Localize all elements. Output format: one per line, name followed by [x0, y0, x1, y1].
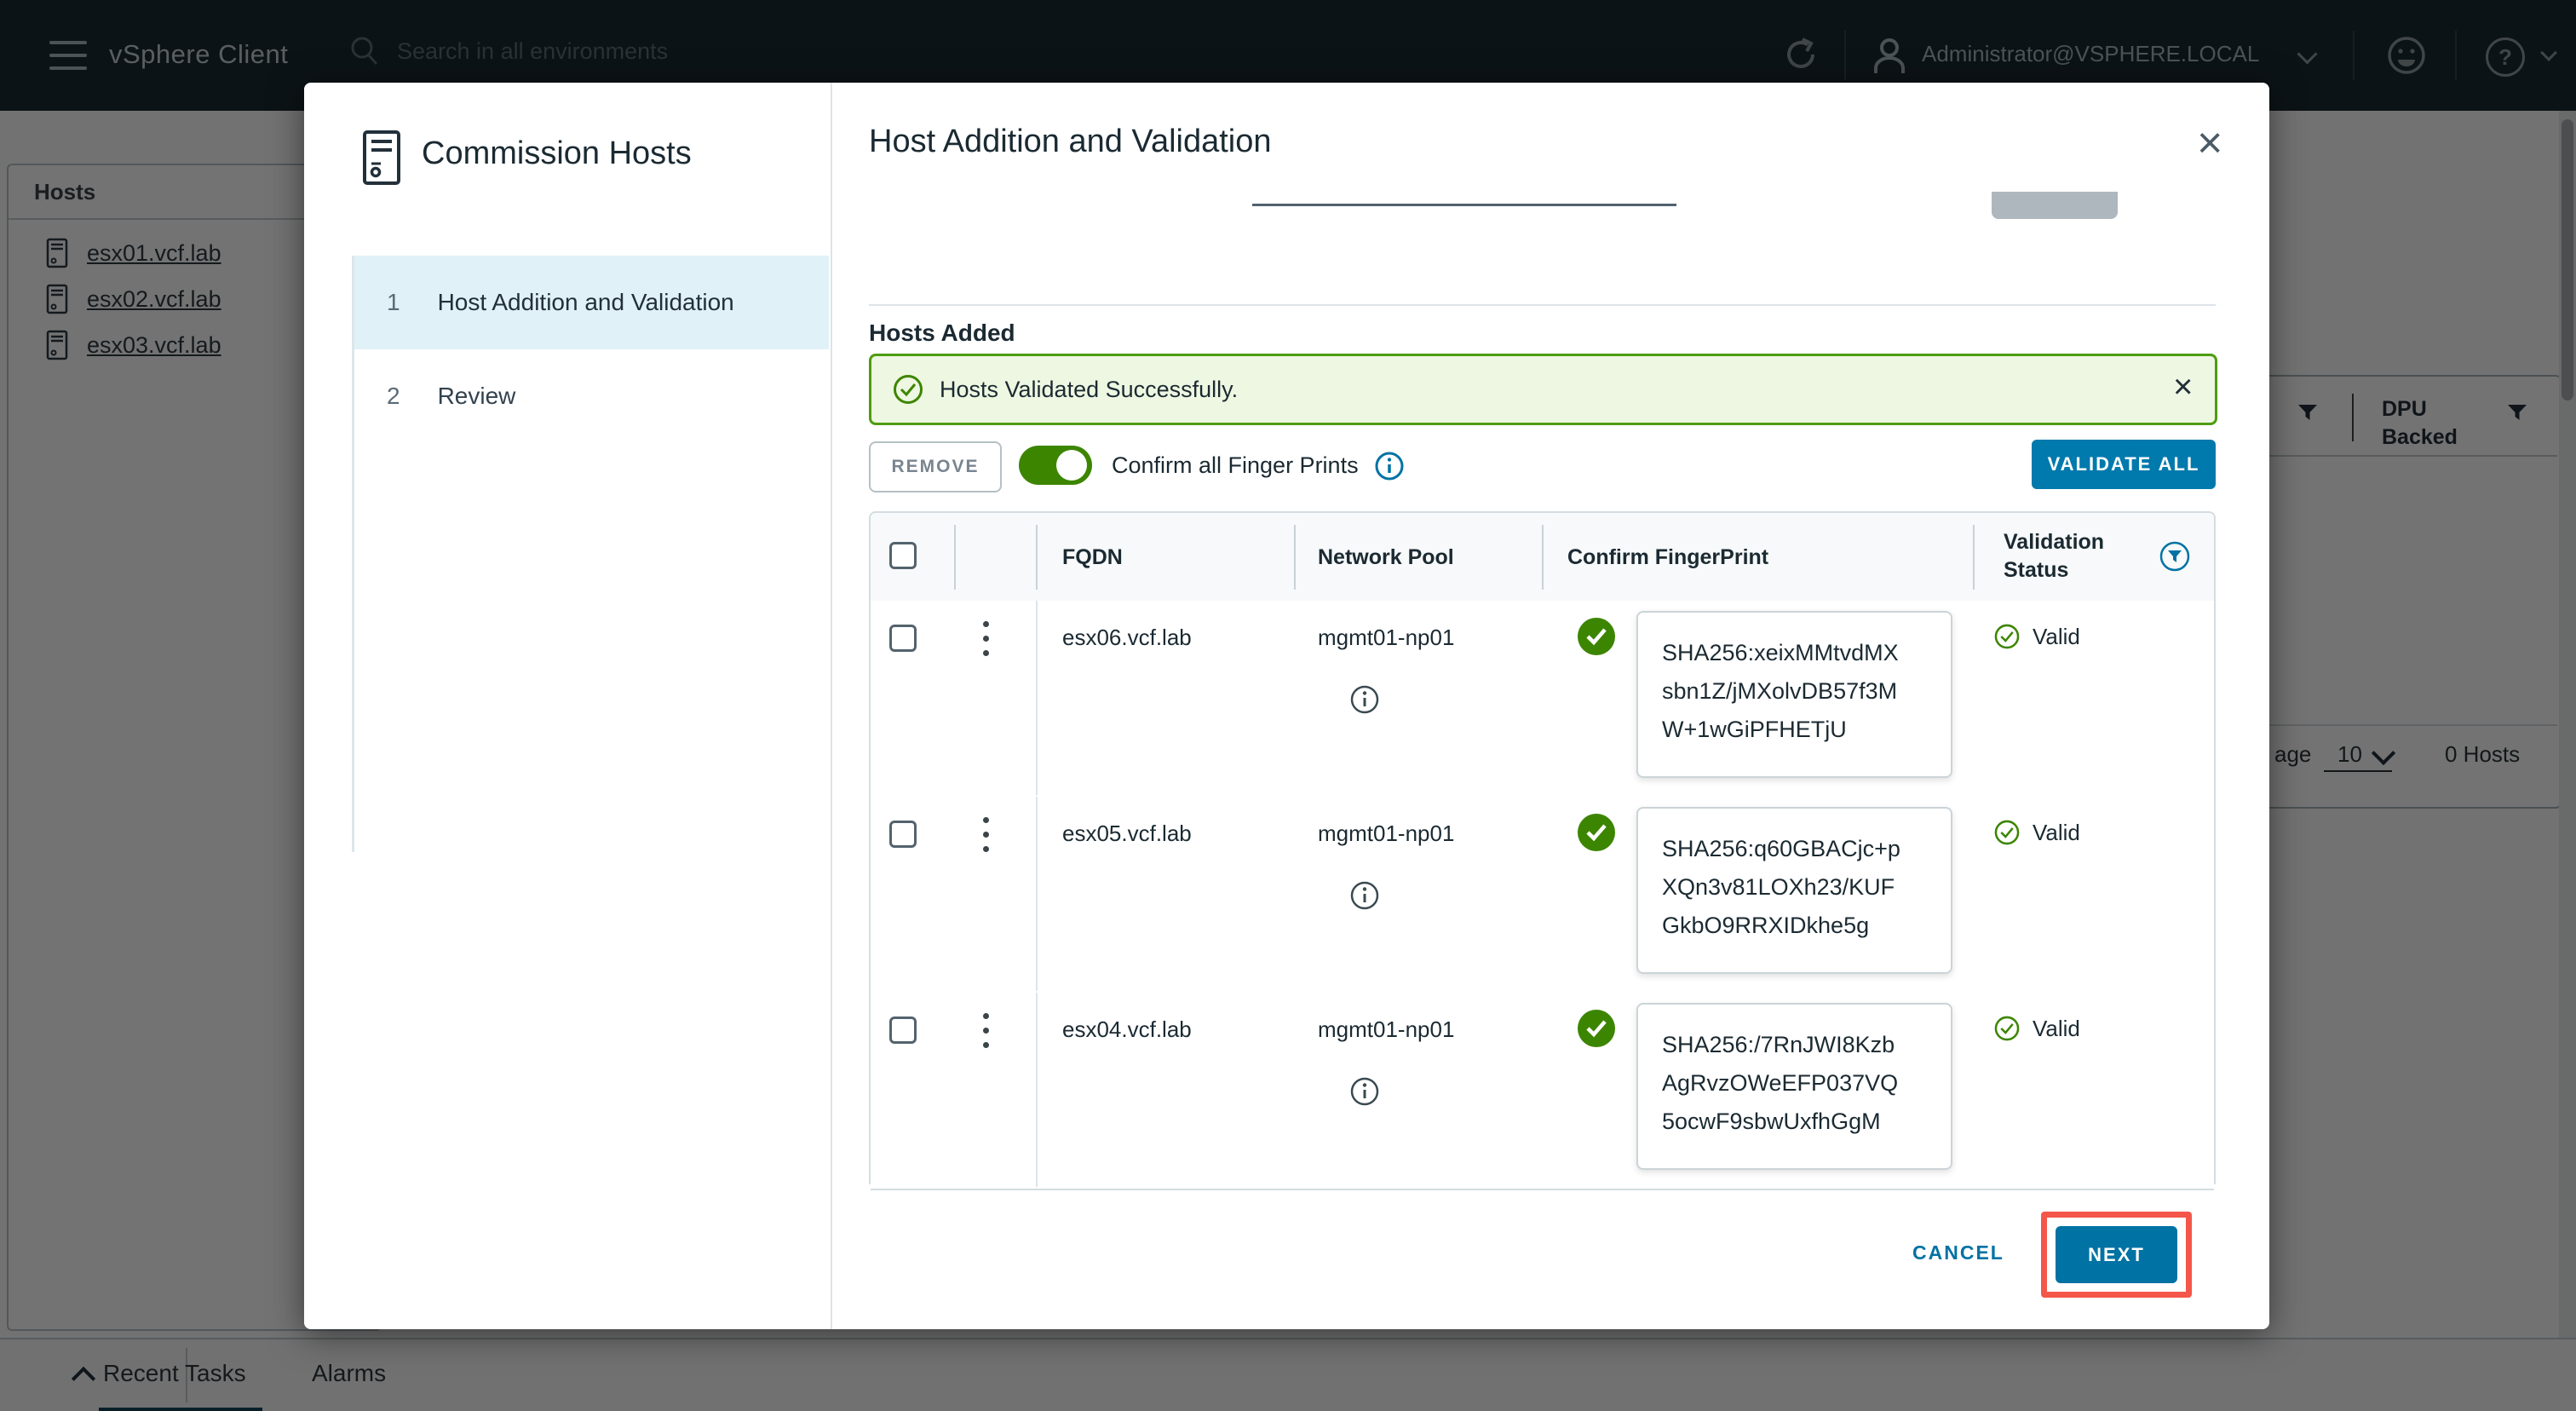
column-divider: [1036, 797, 1038, 991]
cell-fqdn: esx06.vcf.lab: [1062, 625, 1192, 651]
page-title: Host Addition and Validation: [869, 124, 1272, 160]
success-alert: Hosts Validated Successfully. ×: [869, 354, 2217, 425]
column-divider: [1036, 525, 1038, 590]
hosts-table: FQDN Network Pool Confirm FingerPrint Va…: [869, 511, 2216, 1184]
filter-icon[interactable]: [2159, 540, 2191, 573]
fingerprint-line: AgRvzOWeEFP037VQ: [1662, 1070, 1898, 1097]
fingerprint-line: 5ocwF9sbwUxfhGgM: [1662, 1109, 1881, 1135]
column-header-network-pool[interactable]: Network Pool: [1318, 545, 1454, 570]
toggle-label: Confirm all Finger Prints: [1112, 452, 1359, 479]
column-divider: [1036, 601, 1038, 795]
confirm-fingerprints-toggle[interactable]: [1019, 446, 1092, 485]
fingerprint-confirmed-check-icon[interactable]: [1576, 812, 1617, 853]
cell-fqdn: esx05.vcf.lab: [1062, 821, 1192, 847]
toggle-knob: [1056, 450, 1087, 481]
column-divider: [1542, 525, 1544, 590]
row-actions-kebab-icon[interactable]: [983, 817, 989, 852]
fingerprint-line: W+1wGiPFHETjU: [1662, 717, 1847, 743]
wizard-title: Commission Hosts: [422, 135, 692, 172]
fingerprint-confirmed-check-icon[interactable]: [1576, 1008, 1617, 1049]
fingerprint-box: SHA256:xeixMMtvdMX sbn1Z/jMXolvDB57f3M W…: [1636, 611, 1952, 778]
alert-message: Hosts Validated Successfully.: [940, 377, 1238, 403]
row-checkbox[interactable]: [889, 821, 917, 848]
remove-button[interactable]: REMOVE: [869, 441, 1002, 492]
column-header-fqdn[interactable]: FQDN: [1062, 545, 1123, 570]
valid-check-icon: [1993, 623, 2021, 650]
divider: [869, 304, 2216, 306]
hosts-added-heading: Hosts Added: [869, 320, 1015, 347]
info-icon[interactable]: [1374, 451, 1405, 481]
step-label: Host Addition and Validation: [438, 289, 734, 316]
validation-status: Valid: [1993, 623, 2080, 650]
info-icon[interactable]: [1349, 1076, 1380, 1107]
clipped-button: [1992, 192, 2118, 219]
select-all-checkbox[interactable]: [889, 542, 917, 569]
alert-close-icon[interactable]: ×: [2173, 370, 2193, 404]
step-number: 2: [387, 383, 400, 410]
info-icon[interactable]: [1349, 880, 1380, 911]
column-divider: [1294, 525, 1296, 590]
fingerprint-line: XQn3v81LOXh23/KUF: [1662, 874, 1895, 901]
fingerprint-line: SHA256:xeixMMtvdMX: [1662, 640, 1899, 666]
validation-status: Valid: [1993, 1015, 2080, 1042]
column-header-confirm-fingerprint[interactable]: Confirm FingerPrint: [1567, 545, 1768, 570]
valid-check-icon: [1993, 1015, 2021, 1042]
status-text: Valid: [2033, 624, 2080, 650]
fingerprint-box: SHA256:q60GBACjc+p XQn3v81LOXh23/KUF Gkb…: [1636, 807, 1952, 974]
validate-all-button[interactable]: VALIDATE ALL: [2032, 440, 2216, 489]
close-icon[interactable]: ×: [2197, 121, 2222, 165]
clipped-input-underline: [1252, 204, 1676, 206]
step-label: Review: [438, 383, 516, 410]
table-header: FQDN Network Pool Confirm FingerPrint Va…: [871, 513, 2214, 602]
wizard-sidebar: Commission Hosts 1 Host Addition and Val…: [304, 83, 832, 1329]
column-divider: [954, 525, 956, 590]
commission-hosts-icon: [362, 130, 401, 186]
wizard-step-1[interactable]: 1 Host Addition and Validation: [354, 256, 829, 349]
table-row: esx05.vcf.lab mgmt01-np01 SHA256:q60GBAC…: [871, 797, 2214, 994]
wizard-step-2[interactable]: 2 Review: [354, 349, 829, 443]
screen: vSphere Client Search in all environment…: [0, 0, 2576, 1411]
cancel-button[interactable]: CANCEL: [1912, 1241, 2004, 1264]
annotation-highlight-box: [2041, 1212, 2192, 1298]
table-row: esx06.vcf.lab mgmt01-np01 SHA256:xeixMMt…: [871, 601, 2214, 798]
fingerprint-line: SHA256:/7RnJWI8Kzb: [1662, 1032, 1895, 1058]
cell-network-pool: mgmt01-np01: [1318, 1016, 1454, 1043]
valid-check-icon: [1993, 819, 2021, 846]
cell-network-pool: mgmt01-np01: [1318, 625, 1454, 651]
commission-hosts-modal: Commission Hosts 1 Host Addition and Val…: [304, 83, 2269, 1329]
column-header-validation-status[interactable]: Validation Status: [2004, 528, 2123, 585]
row-checkbox[interactable]: [889, 625, 917, 652]
column-divider: [1036, 993, 1038, 1187]
step-number: 1: [387, 289, 400, 316]
cell-network-pool: mgmt01-np01: [1318, 821, 1454, 847]
fingerprint-line: SHA256:q60GBACjc+p: [1662, 836, 1900, 862]
fingerprint-confirmed-check-icon[interactable]: [1576, 616, 1617, 657]
row-actions-kebab-icon[interactable]: [983, 1013, 989, 1048]
fingerprint-line: GkbO9RRXIDkhe5g: [1662, 913, 1869, 939]
cell-fqdn: esx04.vcf.lab: [1062, 1016, 1192, 1043]
validation-status: Valid: [1993, 819, 2080, 846]
fingerprint-line: sbn1Z/jMXolvDB57f3M: [1662, 678, 1897, 705]
success-check-icon: [892, 373, 924, 406]
row-checkbox[interactable]: [889, 1016, 917, 1044]
row-actions-kebab-icon[interactable]: [983, 621, 989, 656]
fingerprint-box: SHA256:/7RnJWI8Kzb AgRvzOWeEFP037VQ 5ocw…: [1636, 1003, 1952, 1170]
table-row: esx04.vcf.lab mgmt01-np01 SHA256:/7RnJWI…: [871, 993, 2214, 1190]
info-icon[interactable]: [1349, 684, 1380, 715]
status-text: Valid: [2033, 1016, 2080, 1042]
column-divider: [1973, 525, 1975, 590]
status-text: Valid: [2033, 820, 2080, 846]
